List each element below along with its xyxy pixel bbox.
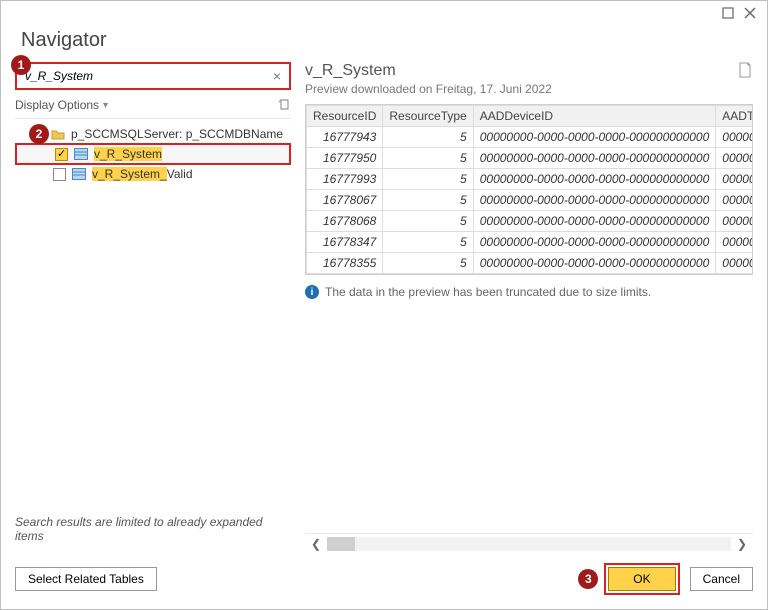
maximize-button[interactable] (717, 4, 739, 22)
table-cell: 5 (383, 211, 473, 232)
tree-item-v-r-system-valid[interactable]: v_R_System_Valid (15, 165, 291, 183)
preview-subtitle: Preview downloaded on Freitag, 17. Juni … (305, 82, 552, 96)
table-cell: 5 (383, 253, 473, 274)
table-row[interactable]: 16778068500000000-0000-0000-0000-0000000… (307, 211, 754, 232)
table-icon (72, 168, 86, 180)
table-cell: 00000000-0000 (716, 232, 753, 253)
edit-preview-button[interactable] (737, 62, 753, 78)
tree-item-label: v_R_System_Valid (92, 167, 193, 181)
tree-item-v-r-system[interactable]: v_R_System (15, 143, 291, 165)
search-input[interactable] (23, 68, 271, 84)
truncation-notice: i The data in the preview has been trunc… (305, 285, 753, 299)
dialog-footer: Select Related Tables 3 OK Cancel (1, 553, 767, 609)
refresh-icon (277, 98, 291, 112)
table-cell: 5 (383, 232, 473, 253)
annotation-marker-1: 1 (11, 55, 31, 75)
table-cell: 16777943 (307, 127, 383, 148)
scroll-track[interactable] (327, 537, 731, 551)
table-cell: 16777950 (307, 148, 383, 169)
close-button[interactable] (739, 4, 761, 22)
tree-root-label: p_SCCMSQLServer: p_SCCMDBName (71, 127, 283, 141)
tree-item-checkbox[interactable] (55, 148, 68, 161)
table-row[interactable]: 16778347500000000-0000-0000-0000-0000000… (307, 232, 754, 253)
column-header[interactable]: ResourceType (383, 106, 473, 127)
dialog-title: Navigator (21, 29, 747, 52)
cancel-button[interactable]: Cancel (690, 567, 753, 591)
table-cell: 00000000-0000-0000-0000-000000000000 (473, 148, 716, 169)
table-cell: 16778068 (307, 211, 383, 232)
preview-pane: v_R_System Preview downloaded on Freitag… (305, 62, 753, 553)
table-cell: 00000000-0000 (716, 253, 753, 274)
table-row[interactable]: 16777950500000000-0000-0000-0000-0000000… (307, 148, 754, 169)
dialog-header: Navigator (1, 25, 767, 52)
column-header[interactable]: AADTenantID (716, 106, 753, 127)
table-row[interactable]: 16778067500000000-0000-0000-0000-0000000… (307, 190, 754, 211)
table-cell: 00000000-0000 (716, 169, 753, 190)
titlebar (1, 1, 767, 25)
ok-button-highlight: OK (604, 563, 679, 595)
table-cell: 00000000-0000 (716, 148, 753, 169)
table-cell: 00000000-0000-0000-0000-000000000000 (473, 232, 716, 253)
column-header[interactable]: ResourceID (307, 106, 383, 127)
info-icon: i (305, 285, 319, 299)
table-cell: 16778347 (307, 232, 383, 253)
tree-root-node[interactable]: ◢ p_SCCMSQLServer: p_SCCMDBName (15, 125, 291, 143)
column-header[interactable]: AADDeviceID (473, 106, 716, 127)
ok-button[interactable]: OK (608, 567, 675, 591)
tree-item-checkbox[interactable] (53, 168, 66, 181)
navigator-dialog: Navigator 1 × Display Options ▾ 2 (0, 0, 768, 610)
tree-item-label: v_R_System (94, 147, 162, 161)
scroll-thumb[interactable] (327, 537, 355, 551)
table-icon (74, 148, 88, 160)
table-row[interactable]: 16778355500000000-0000-0000-0000-0000000… (307, 253, 754, 274)
page-icon (737, 62, 753, 78)
chevron-down-icon: ▾ (103, 100, 108, 111)
table-cell: 5 (383, 127, 473, 148)
table-cell: 00000000-0000-0000-0000-000000000000 (473, 211, 716, 232)
table-cell: 00000000-0000 (716, 190, 753, 211)
search-limit-notice: Search results are limited to already ex… (15, 515, 291, 543)
scroll-right-button[interactable]: ❯ (731, 537, 753, 551)
folder-icon (51, 128, 65, 140)
select-related-tables-button[interactable]: Select Related Tables (15, 567, 157, 591)
left-pane: 1 × Display Options ▾ 2 ◢ (15, 62, 291, 553)
preview-table: ResourceIDResourceTypeAADDeviceIDAADTena… (305, 104, 753, 275)
close-icon (744, 7, 756, 19)
clear-search-button[interactable]: × (271, 68, 283, 84)
display-options-dropdown[interactable]: Display Options ▾ (15, 98, 108, 112)
table-cell: 5 (383, 190, 473, 211)
object-tree: ◢ p_SCCMSQLServer: p_SCCMDBName v_R_Syst… (15, 118, 291, 183)
table-cell: 16778067 (307, 190, 383, 211)
annotation-marker-3: 3 (578, 569, 598, 589)
refresh-button[interactable] (277, 98, 291, 112)
truncation-text: The data in the preview has been truncat… (325, 285, 651, 299)
table-cell: 5 (383, 169, 473, 190)
preview-title: v_R_System (305, 62, 552, 80)
table-cell: 00000000-0000-0000-0000-000000000000 (473, 253, 716, 274)
table-cell: 16777993 (307, 169, 383, 190)
table-cell: 00000000-0000 (716, 127, 753, 148)
display-options-label: Display Options (15, 98, 99, 112)
table-cell: 00000000-0000-0000-0000-000000000000 (473, 169, 716, 190)
table-cell: 00000000-0000 (716, 211, 753, 232)
table-cell: 5 (383, 148, 473, 169)
table-cell: 00000000-0000-0000-0000-000000000000 (473, 127, 716, 148)
horizontal-scrollbar[interactable]: ❮ ❯ (305, 533, 753, 553)
annotation-marker-2: 2 (29, 124, 49, 144)
search-box: × (15, 62, 291, 90)
table-cell: 00000000-0000-0000-0000-000000000000 (473, 190, 716, 211)
table-row[interactable]: 16777943500000000-0000-0000-0000-0000000… (307, 127, 754, 148)
scroll-left-button[interactable]: ❮ (305, 537, 327, 551)
table-row[interactable]: 16777993500000000-0000-0000-0000-0000000… (307, 169, 754, 190)
table-cell: 16778355 (307, 253, 383, 274)
maximize-icon (722, 7, 734, 19)
